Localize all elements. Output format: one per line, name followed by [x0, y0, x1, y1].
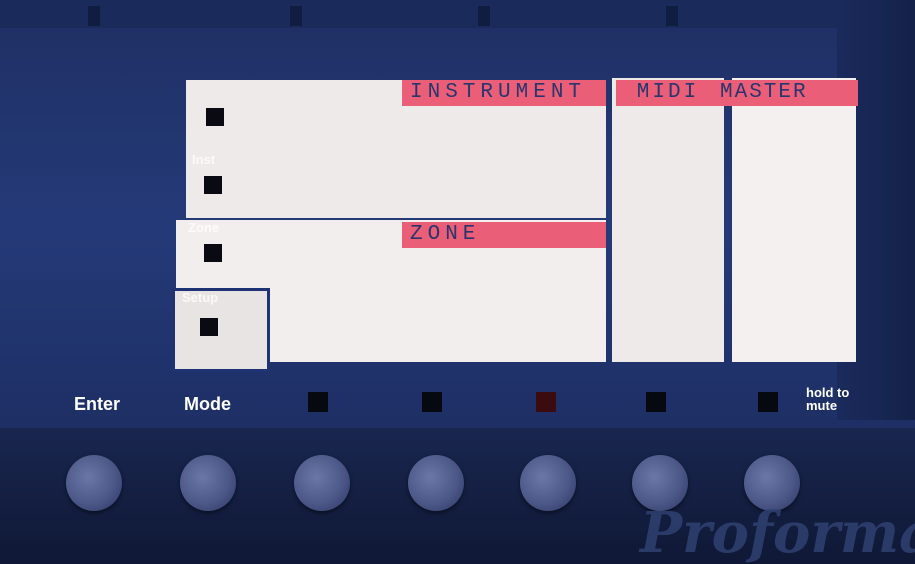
- lcd-overlay: INSTRUMENT ZONE MIDI MASTER Inst Zone Se…: [172, 72, 858, 372]
- soft-button-3[interactable]: [520, 455, 576, 511]
- indicator-square: [200, 318, 218, 336]
- midi-section: [612, 78, 724, 362]
- synth-panel: INSTRUMENT ZONE MIDI MASTER Inst Zone Se…: [0, 0, 915, 564]
- inst-side-label: Inst: [192, 152, 216, 167]
- top-notch: [478, 6, 490, 26]
- led-indicator: [308, 392, 328, 412]
- led-indicator: [758, 392, 778, 412]
- enter-label: Enter: [74, 394, 121, 414]
- led-indicator: [536, 392, 556, 412]
- mode-label: Mode: [184, 394, 231, 414]
- led-indicator: [646, 392, 666, 412]
- zone-side-label: Zone: [188, 220, 220, 235]
- zone-label: ZONE: [402, 222, 606, 248]
- setup-side-label: Setup: [182, 290, 219, 305]
- soft-button-1[interactable]: [294, 455, 350, 511]
- led-indicator: [422, 392, 442, 412]
- top-notch: [88, 6, 100, 26]
- top-notch: [666, 6, 678, 26]
- brand-logo: Proformance: [640, 500, 915, 564]
- enter-button[interactable]: [66, 455, 122, 511]
- top-notch: [290, 6, 302, 26]
- indicator-square: [204, 176, 222, 194]
- midi-label: MIDI: [616, 80, 720, 106]
- hold-to-mute-label: hold to mute: [806, 385, 850, 413]
- soft-button-2[interactable]: [408, 455, 464, 511]
- master-section: [732, 78, 856, 362]
- master-label: MASTER: [716, 80, 858, 106]
- indicator-square: [206, 108, 224, 126]
- indicator-square: [204, 244, 222, 262]
- mode-button[interactable]: [180, 455, 236, 511]
- top-strip: [0, 0, 915, 28]
- instrument-label: INSTRUMENT: [402, 80, 606, 106]
